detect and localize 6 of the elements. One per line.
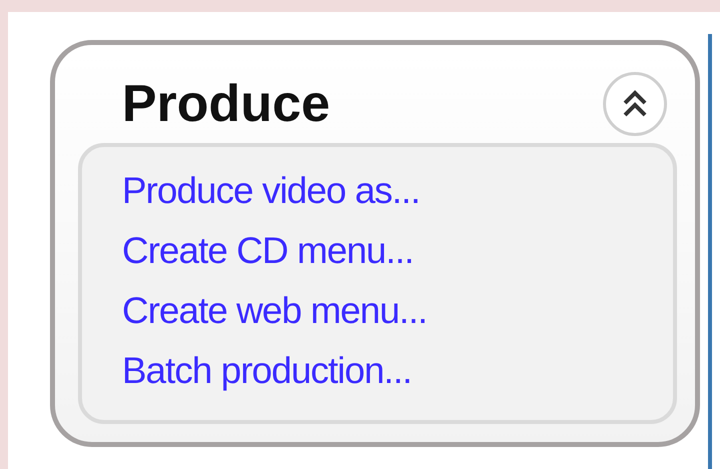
panel-title: Produce: [122, 74, 330, 134]
task-link[interactable]: Batch production...: [122, 341, 412, 401]
double-chevron-icon: [621, 89, 649, 119]
task-link[interactable]: Produce video as...: [122, 161, 420, 221]
task-link[interactable]: Create CD menu...: [122, 221, 414, 281]
task-link[interactable]: Create web menu...: [122, 281, 427, 341]
